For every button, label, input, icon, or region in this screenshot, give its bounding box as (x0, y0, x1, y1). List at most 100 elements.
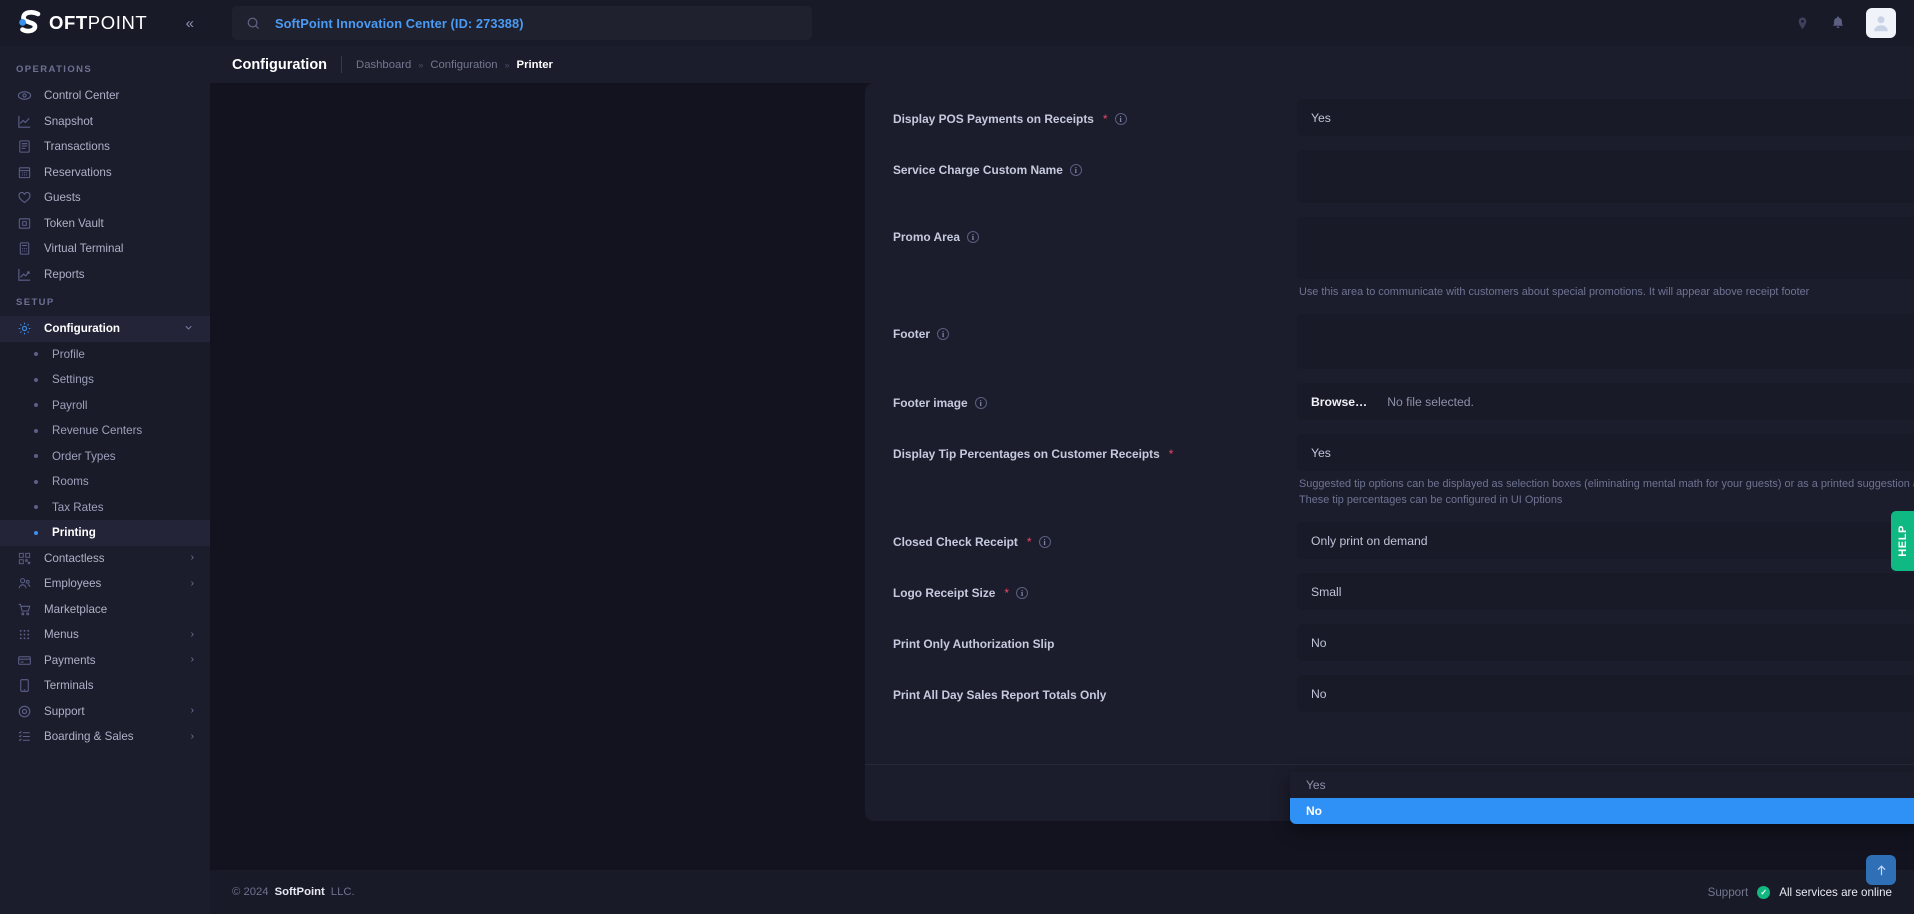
select-closed-check-receipt[interactable]: Only print on demand (1297, 522, 1914, 559)
chevron-down-icon (183, 322, 194, 336)
dropdown-option-no[interactable]: No (1290, 798, 1914, 824)
topbar: SoftPoint Innovation Center (ID: 273388) (210, 0, 1914, 46)
dropdown-print-all-day-sales-report: Yes No (1290, 772, 1914, 824)
topbar-actions (1795, 8, 1896, 38)
sidebar-subitem-settings[interactable]: Settings (0, 367, 210, 393)
sidebar-sublabel: Revenue Centers (52, 424, 142, 437)
select-logo-receipt-size[interactable]: Small (1297, 573, 1914, 610)
breadcrumb-dashboard[interactable]: Dashboard (356, 59, 411, 71)
sidebar-label: Control Center (44, 89, 119, 102)
sidebar-item-guests[interactable]: Guests (0, 185, 210, 211)
dropdown-option-label: Yes (1306, 778, 1326, 792)
sidebar-item-menus[interactable]: Menus › (0, 622, 210, 648)
tablet-icon (16, 678, 32, 694)
label-text: Print Only Authorization Slip (893, 637, 1054, 651)
info-icon[interactable]: i (1039, 536, 1051, 548)
sidebar-sublabel: Settings (52, 373, 94, 386)
sidebar-sublabel: Printing (52, 526, 96, 539)
textarea-promo-area[interactable] (1297, 217, 1914, 279)
gear-icon (16, 321, 32, 337)
info-icon[interactable]: i (1016, 587, 1028, 599)
sidebar-label: Employees (44, 577, 101, 590)
map-pin-icon[interactable] (1795, 16, 1810, 31)
file-input-footer-image[interactable]: Browse… No file selected. (1297, 383, 1914, 420)
calendar-icon (16, 164, 32, 180)
configuration-subnav: Profile Settings Payroll Revenue Centers… (0, 342, 210, 546)
textarea-service-charge-custom-name[interactable] (1297, 150, 1914, 203)
bell-icon[interactable] (1830, 15, 1846, 31)
sidebar-item-marketplace[interactable]: Marketplace (0, 597, 210, 623)
sidebar-item-reservations[interactable]: Reservations (0, 160, 210, 186)
file-status-text: No file selected. (1387, 395, 1474, 409)
chevron-right-icon: › (191, 553, 194, 563)
sidebar-subitem-profile[interactable]: Profile (0, 342, 210, 368)
required-marker: * (1169, 448, 1174, 460)
breadcrumb-configuration[interactable]: Configuration (430, 59, 497, 71)
sidebar-subitem-tax-rates[interactable]: Tax Rates (0, 495, 210, 521)
select-print-all-day-sales-report[interactable]: No (1297, 675, 1914, 712)
textarea-footer[interactable] (1297, 314, 1914, 369)
info-icon[interactable]: i (975, 397, 987, 409)
chevron-right-icon: › (191, 655, 194, 665)
sidebar-collapse-button[interactable]: « (182, 12, 198, 35)
field-label: Display POS Payments on Receipts * i (893, 99, 1297, 126)
field-label: Logo Receipt Size * i (893, 573, 1297, 600)
sidebar-sublabel: Payroll (52, 399, 87, 412)
sidebar-subitem-rooms[interactable]: Rooms (0, 469, 210, 495)
sidebar-item-contactless[interactable]: Contactless › (0, 546, 210, 572)
logo[interactable]: OFTPOINT (14, 8, 147, 38)
sidebar-item-control-center[interactable]: Control Center (0, 83, 210, 109)
field-row-print-all-day-sales-report: Print All Day Sales Report Totals Only N… (865, 675, 1914, 712)
softpoint-logo-icon (14, 8, 48, 38)
dropdown-option-label: No (1306, 804, 1322, 818)
sidebar-item-transactions[interactable]: Transactions (0, 134, 210, 160)
sidebar-sublabel: Tax Rates (52, 501, 104, 514)
sidebar-subitem-revenue-centers[interactable]: Revenue Centers (0, 418, 210, 444)
info-icon[interactable]: i (1070, 164, 1082, 176)
sidebar-item-payments[interactable]: Payments › (0, 648, 210, 674)
bullet-icon (34, 531, 38, 535)
sidebar-label: Terminals (44, 679, 94, 692)
sidebar-item-boarding-and-sales[interactable]: Boarding & Sales › (0, 724, 210, 750)
scroll-to-top-button[interactable] (1866, 855, 1896, 885)
sidebar-item-reports[interactable]: Reports (0, 262, 210, 288)
browse-button[interactable]: Browse… (1311, 395, 1367, 409)
select-display-pos-payments[interactable]: Yes (1297, 99, 1914, 136)
info-icon[interactable]: i (967, 231, 979, 243)
sidebar-subitem-payroll[interactable]: Payroll (0, 393, 210, 419)
sidebar-item-token-vault[interactable]: Token Vault (0, 211, 210, 237)
bullet-icon (34, 505, 38, 509)
support-link[interactable]: Support (1708, 886, 1749, 899)
sidebar-item-employees[interactable]: Employees › (0, 571, 210, 597)
sidebar-label: Support (44, 705, 85, 718)
search-input[interactable]: SoftPoint Innovation Center (ID: 273388) (232, 6, 812, 40)
label-text: Service Charge Custom Name (893, 163, 1063, 177)
help-tab-button[interactable]: HELP (1891, 511, 1914, 571)
search-value: SoftPoint Innovation Center (ID: 273388) (275, 16, 524, 31)
card-icon (16, 652, 32, 668)
select-print-only-authorization-slip[interactable]: No (1297, 624, 1914, 661)
sidebar-label: Token Vault (44, 217, 104, 230)
sidebar-item-support[interactable]: Support › (0, 699, 210, 725)
field-label: Print All Day Sales Report Totals Only (893, 675, 1297, 702)
label-text: Footer image (893, 396, 968, 410)
sidebar-item-configuration[interactable]: Configuration (0, 316, 210, 342)
sidebar-item-terminals[interactable]: Terminals (0, 673, 210, 699)
dropdown-option-yes[interactable]: Yes (1290, 772, 1914, 798)
sidebar-item-snapshot[interactable]: Snapshot (0, 109, 210, 135)
bullet-icon (34, 352, 38, 356)
select-display-tip-percentages[interactable]: Yes (1297, 434, 1914, 471)
info-icon[interactable]: i (937, 328, 949, 340)
search-icon (246, 16, 261, 31)
sidebar-subitem-order-types[interactable]: Order Types (0, 444, 210, 470)
label-text: Closed Check Receipt (893, 535, 1018, 549)
sidebar-item-virtual-terminal[interactable]: Virtual Terminal (0, 236, 210, 262)
content-area: Display POS Payments on Receipts * i Yes (210, 83, 1914, 870)
footer-status: Support ✓ All services are online (1708, 886, 1892, 899)
company-suffix: LLC. (331, 886, 355, 898)
sidebar-subitem-printing[interactable]: Printing (0, 520, 210, 546)
avatar[interactable] (1866, 8, 1896, 38)
info-icon[interactable]: i (1115, 113, 1127, 125)
field-label: Service Charge Custom Name i (893, 150, 1297, 177)
label-text: Footer (893, 327, 930, 341)
